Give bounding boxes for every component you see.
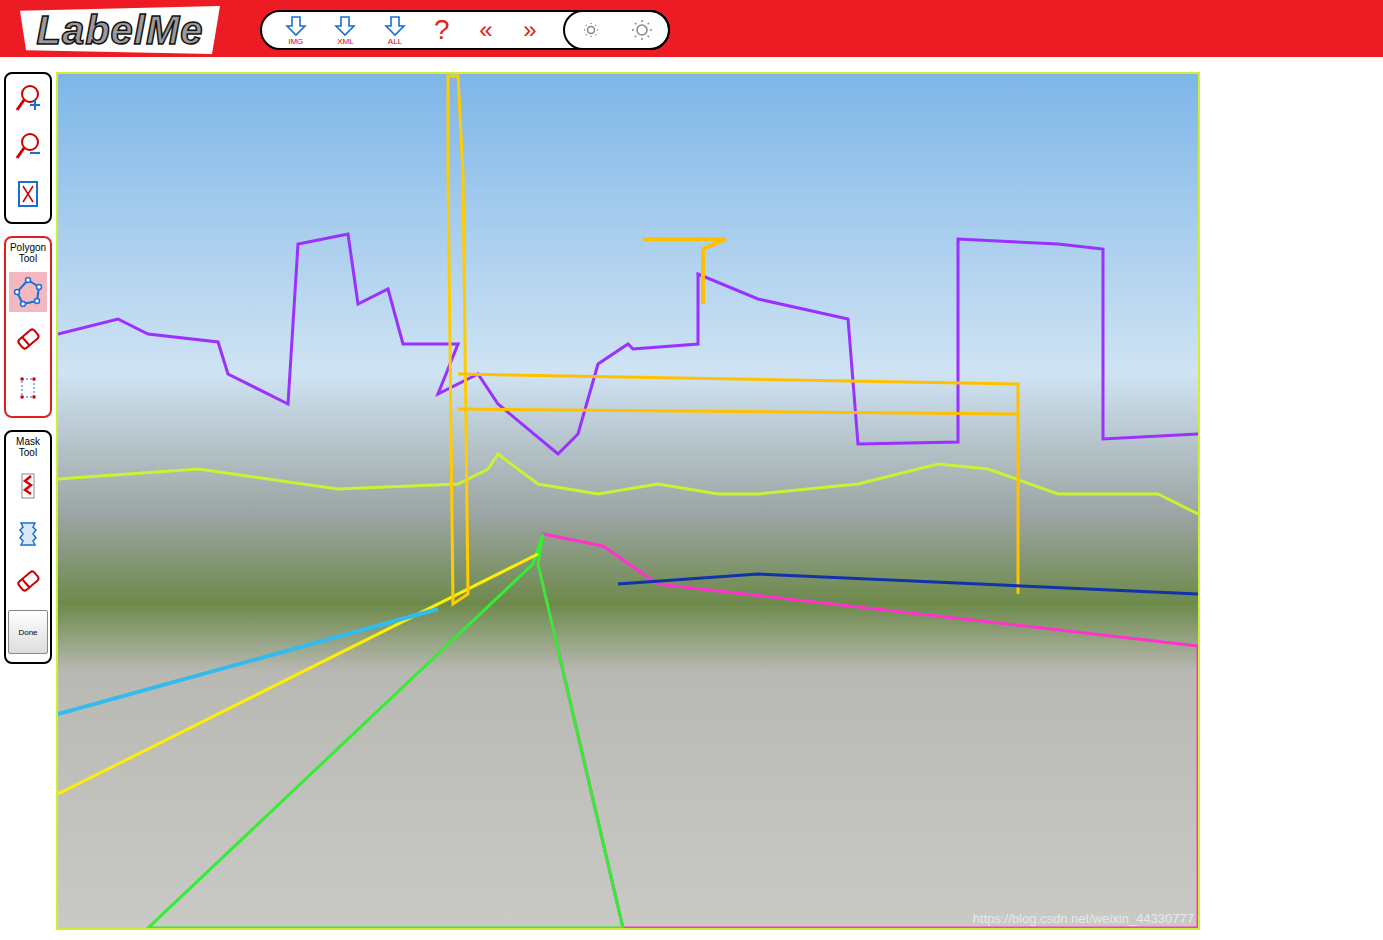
panel-title: Mask Tool: [8, 436, 48, 458]
workspace: Polygon Tool Mask Tool Done https://blog.cs…: [0, 72, 1383, 930]
download-arrow-icon: [334, 15, 356, 37]
mask-icon: [13, 519, 43, 549]
polygon-icon: [13, 277, 43, 307]
download-arrow-icon: [384, 15, 406, 37]
brush-icon: [13, 471, 43, 501]
toolbar: IMG XML ALL? « »: [260, 10, 670, 50]
bbox-icon: [13, 373, 43, 403]
brightness-icon[interactable]: [580, 19, 602, 41]
annotated-photo[interactable]: https://blog.csdn.net/weixin_44330777: [56, 72, 1200, 930]
tool-button[interactable]: [9, 78, 47, 118]
zoom-out-icon: [13, 131, 43, 161]
download-arrow-icon: [285, 15, 307, 37]
toolbar-button[interactable]: »: [519, 15, 541, 45]
brightness-icon[interactable]: [631, 19, 653, 41]
tool-button[interactable]: [9, 562, 47, 602]
download-button[interactable]: ALL: [381, 15, 409, 46]
sidebar: Polygon Tool Mask Tool Done: [4, 72, 52, 930]
tool-button[interactable]: [9, 466, 47, 506]
header-bar: LabelMe IMG XML ALL? « »: [0, 0, 1383, 57]
logo: LabelMe: [20, 6, 220, 54]
tool-button[interactable]: [9, 320, 47, 360]
tool-panel: Mask Tool Done: [4, 430, 52, 664]
toolbar-button[interactable]: ?: [431, 15, 453, 45]
panel-title: Polygon Tool: [8, 242, 48, 264]
eraser-icon: [13, 567, 43, 597]
tool-button[interactable]: [9, 174, 47, 214]
watermark: https://blog.csdn.net/weixin_44330777: [973, 911, 1194, 926]
eraser-icon: [13, 325, 43, 355]
fit-icon: [13, 179, 43, 209]
download-button[interactable]: XML: [332, 15, 360, 46]
download-button[interactable]: IMG: [282, 15, 310, 46]
zoom-in-icon: [13, 83, 43, 113]
brightness-controls: [563, 10, 670, 50]
tool-button[interactable]: [9, 514, 47, 554]
done-button[interactable]: Done: [8, 610, 48, 654]
tool-button[interactable]: [9, 126, 47, 166]
tool-button[interactable]: [9, 368, 47, 408]
annotation-overlay: [58, 74, 1198, 928]
tool-panel: Polygon Tool: [4, 236, 52, 418]
labelme-page: LabelMe IMG XML ALL? « » Polygon Tool Mask Tool…: [0, 0, 1383, 940]
toolbar-button[interactable]: «: [475, 15, 497, 45]
tool-button[interactable]: [9, 272, 47, 312]
tool-panel: [4, 72, 52, 224]
